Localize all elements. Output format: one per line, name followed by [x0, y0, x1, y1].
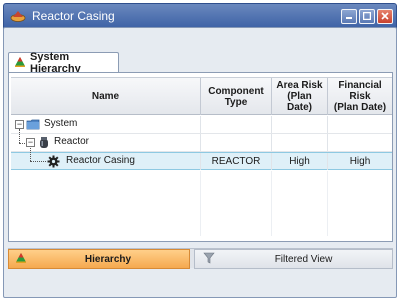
column-header-component-type[interactable]: Component Type: [201, 78, 272, 115]
column-header-name[interactable]: Name: [11, 78, 201, 115]
cell-financial-risk: [328, 134, 392, 151]
tree-label-system: System: [44, 118, 78, 129]
tree-row-system[interactable]: − System: [11, 116, 392, 134]
hierarchy-grid-panel: Name Component Type Area Risk (Plan Date…: [8, 72, 393, 242]
column-divider: [200, 171, 201, 236]
tab-filtered-view-label: Filtered View: [274, 253, 333, 265]
cell-component-type: REACTOR: [201, 153, 272, 170]
cell-financial-risk: High: [349, 156, 371, 167]
cell-name: Reactor Casing: [11, 148, 201, 171]
cell-financial-risk: [328, 116, 392, 133]
funnel-icon: [203, 252, 215, 267]
reactor-icon: [38, 136, 50, 152]
cell-area-risk: [272, 116, 328, 133]
tree-connector: [30, 148, 31, 161]
grid-header: Name Component Type Area Risk (Plan Date…: [11, 77, 392, 115]
maximize-button[interactable]: [359, 8, 375, 24]
tree-row-reactor[interactable]: − Reactor: [11, 129, 392, 152]
hierarchy-triangle-icon: [14, 56, 26, 71]
tab-hierarchy-label: Hierarchy: [84, 253, 132, 265]
cell-name: − System: [11, 116, 201, 133]
cell-name: − Reactor: [11, 129, 201, 152]
view-switcher: Hierarchy Filtered View: [8, 248, 393, 269]
gear-icon: [47, 155, 60, 171]
collapse-toggle-reactor[interactable]: −: [26, 138, 35, 147]
tree-row-reactor-casing[interactable]: Reactor Casing REACTOR High High: [11, 148, 392, 171]
folder-icon: [26, 118, 40, 133]
column-header-financial-risk[interactable]: Financial Risk (Plan Date): [328, 78, 392, 115]
column-divider: [271, 171, 272, 236]
close-button[interactable]: [377, 8, 393, 24]
title-bar[interactable]: Reactor Casing: [3, 3, 397, 29]
cell-area-risk: [272, 134, 328, 151]
minimize-button[interactable]: [341, 8, 357, 24]
tab-filtered-view[interactable]: Filtered View: [194, 249, 393, 269]
maximize-icon: [363, 12, 371, 20]
column-header-area-risk[interactable]: Area Risk (Plan Date): [272, 78, 328, 115]
app-hierarchy-icon: [10, 10, 26, 22]
grid-body: − System − Reactor Reactor Casing REACTO…: [11, 116, 392, 236]
close-icon: [381, 12, 389, 20]
minimize-icon: [346, 17, 352, 19]
window-title: Reactor Casing: [32, 9, 115, 23]
tab-system-hierarchy[interactable]: System Hierarchy: [8, 51, 119, 75]
tab-hierarchy[interactable]: Hierarchy: [8, 249, 190, 269]
cell-area-risk: High: [272, 153, 328, 170]
collapse-toggle-system[interactable]: −: [15, 120, 24, 129]
tree-label-reactor: Reactor: [54, 136, 90, 147]
column-divider: [327, 171, 328, 236]
tree-connector: [19, 129, 20, 143]
hierarchy-triangle-icon: [15, 252, 27, 267]
tree-connector: [30, 161, 46, 162]
tree-label-reactor-casing: Reactor Casing: [66, 155, 135, 166]
cell-component-type: [201, 134, 272, 151]
cell-component-type: [201, 116, 272, 133]
